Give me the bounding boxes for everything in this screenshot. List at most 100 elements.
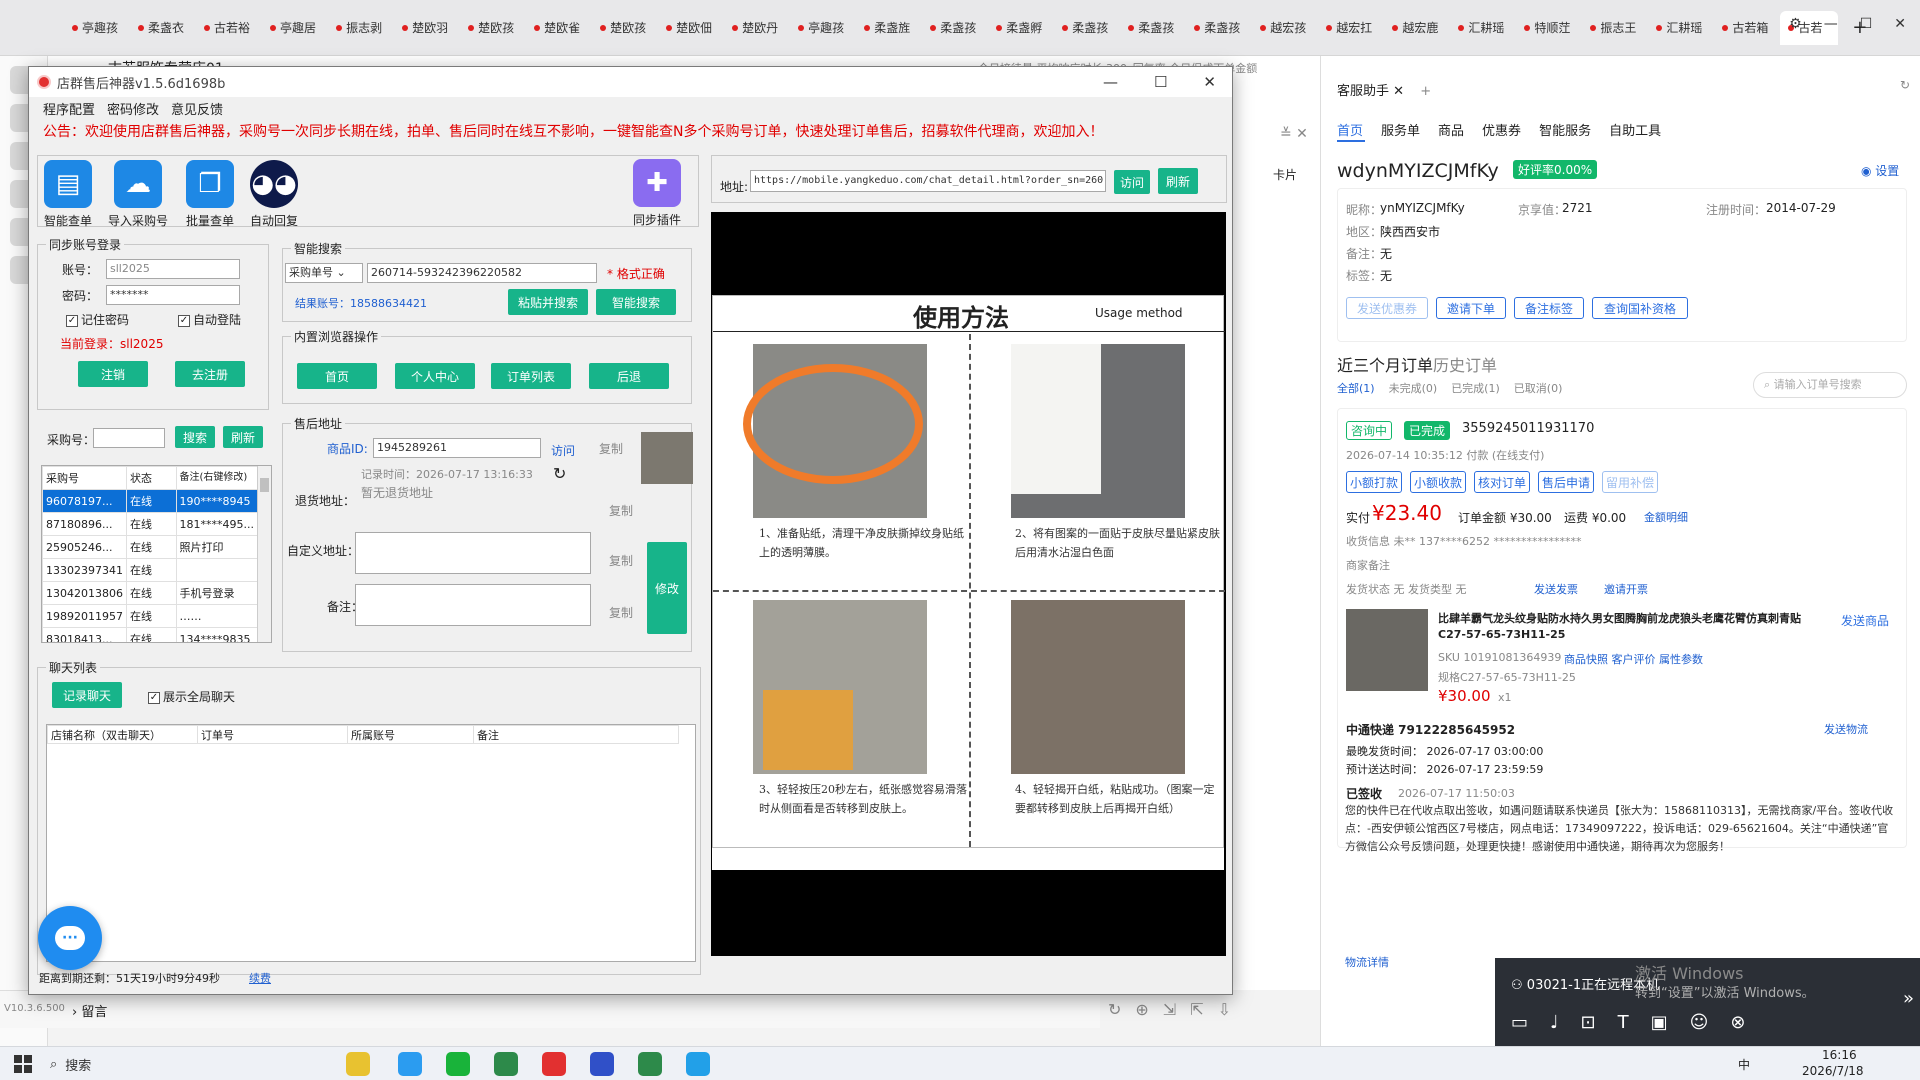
record-chat-button[interactable]: 记录聊天 <box>52 682 122 708</box>
auto-login-checkbox[interactable]: ✓ 自动登陆 <box>178 311 241 328</box>
browser-tab[interactable]: 特顺茳 <box>1516 11 1578 45</box>
minimize-icon[interactable]: — <box>1103 73 1118 91</box>
sync-plugin-button[interactable]: ✚ 同步插件 <box>633 159 681 228</box>
logout-button[interactable]: 注销 <box>78 361 148 387</box>
clock-date[interactable]: 2026/7/18 <box>1802 1064 1864 1078</box>
remark-input[interactable] <box>355 584 591 626</box>
maximize-icon[interactable]: ☐ <box>1154 73 1167 91</box>
copy-return-link[interactable]: 复制 <box>609 502 633 519</box>
settings-icon[interactable]: ⚙ <box>1789 16 1802 32</box>
url-refresh-button[interactable]: 刷新 <box>1158 168 1198 194</box>
home-button[interactable]: 首页 <box>297 363 377 389</box>
browser-tab[interactable]: 楚欧孩 <box>460 11 522 45</box>
browser-tab[interactable]: 汇耕瑶 <box>1648 11 1710 45</box>
app-icon[interactable] <box>494 1052 518 1076</box>
browser-tab[interactable]: 越宏鹿 <box>1384 11 1446 45</box>
close-icon[interactable]: ✕ <box>1203 73 1216 91</box>
logistics-detail-link[interactable]: 物流详情 <box>1345 954 1389 970</box>
browser-tab[interactable]: 柔盏旌 <box>856 11 918 45</box>
maximize-icon[interactable]: ☐ <box>1860 16 1873 32</box>
custom-address-input[interactable] <box>355 532 591 574</box>
personal-center-button[interactable]: 个人中心 <box>395 363 475 389</box>
browser-tab[interactable]: 楚欧雀 <box>526 11 588 45</box>
ime-indicator[interactable]: 中 <box>1738 1056 1750 1073</box>
m-app-icon[interactable] <box>590 1052 614 1076</box>
widgets-icon[interactable] <box>346 1052 370 1076</box>
goods-visit-link[interactable]: 访问 <box>551 442 575 459</box>
browser-tab[interactable]: 汇耕瑶 <box>1450 11 1512 45</box>
back-button[interactable]: 后退 <box>589 363 669 389</box>
browser-tab[interactable]: 柔盏孵 <box>988 11 1050 45</box>
user-icon[interactable]: ☺ <box>1690 1012 1709 1033</box>
table-row[interactable]: 83018413... 在线 134****9835 <box>42 627 259 642</box>
send-invoice-link[interactable]: 发送发票 <box>1534 581 1578 597</box>
password-input[interactable]: ******* <box>106 285 240 305</box>
browser-tab[interactable]: 越宏孩 <box>1252 11 1314 45</box>
helper-nav-item[interactable]: 优惠券 <box>1482 120 1521 139</box>
menu-feedback[interactable]: 意见反馈 <box>171 99 223 118</box>
reload-icon[interactable]: ↻ <box>1900 78 1910 92</box>
url-visit-button[interactable]: 访问 <box>1114 170 1150 194</box>
add-tab-icon[interactable]: + <box>1420 84 1431 99</box>
purchase-scrollbar[interactable] <box>257 466 271 642</box>
helper-nav-item[interactable]: 智能服务 <box>1539 120 1591 139</box>
search-type-select[interactable]: 采购单号 ⌄ <box>285 263 363 283</box>
close-icon[interactable]: ✕ <box>1393 84 1404 99</box>
scroll-thumb[interactable] <box>260 478 269 492</box>
chat-bubble-icon[interactable]: ··· <box>38 906 102 970</box>
filter-all[interactable]: 全部(1) <box>1337 380 1375 396</box>
edge-icon[interactable] <box>398 1052 422 1076</box>
qq-icon[interactable] <box>686 1052 710 1076</box>
smart-query-button[interactable]: ▤ 智能查单 <box>44 160 92 229</box>
browser-tab[interactable]: 柔盏孩 <box>1120 11 1182 45</box>
browser-tab[interactable]: 柔盏孩 <box>1054 11 1116 45</box>
chat-icon[interactable]: ▭ <box>1511 1012 1528 1033</box>
browser-tab[interactable]: 亭趣孩 <box>64 11 126 45</box>
table-row[interactable]: 25905246... 在线 照片打印 <box>42 535 259 559</box>
folder-icon[interactable]: ▣ <box>1651 1012 1668 1033</box>
purchase-refresh-button[interactable]: 刷新 <box>223 426 263 448</box>
browser-tab[interactable]: 振志剥 <box>328 11 390 45</box>
table-row[interactable]: 13302397341 在线 <box>42 558 259 582</box>
app2-icon[interactable] <box>638 1052 662 1076</box>
purchase-search-input[interactable] <box>93 428 165 448</box>
send-coupon-button[interactable]: 发送优惠券 <box>1346 297 1428 319</box>
amount-detail-link[interactable]: 金额明细 <box>1644 509 1688 525</box>
goods-id-input[interactable]: 1945289261 <box>373 438 541 458</box>
wechat-icon[interactable] <box>446 1052 470 1076</box>
query-subsidy-button[interactable]: 查询国补资格 <box>1592 297 1688 319</box>
close-icon[interactable]: ✕ <box>1894 16 1906 32</box>
history-orders-tab[interactable]: 历史订单 <box>1433 352 1497 376</box>
mic-icon[interactable]: ♩ <box>1550 1012 1559 1033</box>
remark-tag-button[interactable]: 备注标签 <box>1514 297 1584 319</box>
expand-icon[interactable]: » <box>1903 988 1914 1009</box>
disconnect-icon[interactable]: ⊗ <box>1730 1012 1745 1033</box>
remember-checkbox[interactable]: ✓ 记住密码 <box>66 311 129 328</box>
browser-tab[interactable]: 楚欧丹 <box>724 11 786 45</box>
merchant-note[interactable]: 商家备注 <box>1346 557 1390 573</box>
invite-order-button[interactable]: 邀请下单 <box>1436 297 1506 319</box>
collapse-icon[interactable]: ≚ ✕ <box>1280 126 1308 142</box>
browser-tab[interactable]: 越宏扛 <box>1318 11 1380 45</box>
invite-invoice-link[interactable]: 邀请开票 <box>1604 581 1648 597</box>
clock-time[interactable]: 16:16 <box>1822 1048 1857 1062</box>
order-list-button[interactable]: 订单列表 <box>491 363 571 389</box>
send-product-link[interactable]: 发送商品 <box>1834 609 1896 631</box>
helper-nav-item[interactable]: 首页 <box>1337 120 1363 139</box>
product-links[interactable]: 商品快照 客户评价 属性参数 <box>1564 651 1703 667</box>
helper-tab[interactable]: 客服助手 ✕ + <box>1337 80 1431 99</box>
helper-nav-item[interactable]: 商品 <box>1438 120 1464 139</box>
helper-nav-item[interactable]: 服务单 <box>1381 120 1420 139</box>
card-label[interactable]: 卡片 <box>1273 166 1297 183</box>
table-row[interactable]: 19892011957 在线…… <box>42 604 259 628</box>
chat-tool-icons[interactable]: ↻⊕⇲⇱⇩ <box>1108 1000 1245 1019</box>
taskbar-search[interactable]: ⌕ 搜索 <box>50 1052 330 1076</box>
register-button[interactable]: 去注册 <box>175 361 245 387</box>
browser-tab[interactable]: 振志王 <box>1582 11 1644 45</box>
compensation-button[interactable]: 留用补偿 <box>1602 471 1658 493</box>
refresh-icon[interactable]: ↻ <box>553 464 566 483</box>
browser-tab[interactable]: 古若箱 <box>1714 11 1776 45</box>
browser-tab[interactable]: 亭趣居 <box>262 11 324 45</box>
recent-orders-tab[interactable]: 近三个月订单 <box>1337 352 1433 376</box>
browser-tab[interactable]: 楚欧孩 <box>592 11 654 45</box>
